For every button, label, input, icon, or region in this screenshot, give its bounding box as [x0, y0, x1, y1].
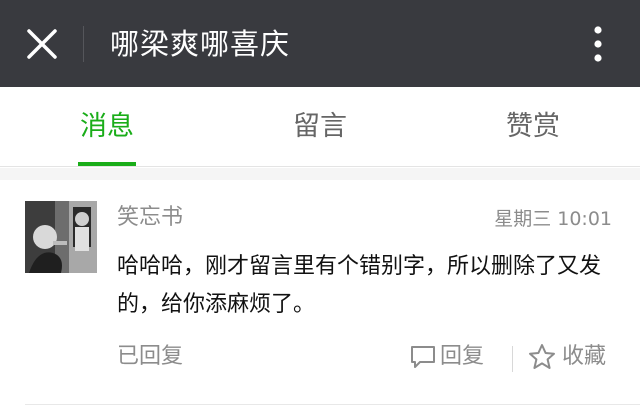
more-options-button[interactable] — [580, 22, 616, 66]
action-divider — [512, 346, 513, 372]
title-bar: 哪梁爽哪喜庆 — [0, 0, 640, 87]
more-vertical-icon — [594, 26, 602, 62]
title-divider — [83, 26, 84, 62]
tab-rewards[interactable]: 赞赏 — [483, 87, 583, 167]
star-outline-icon — [529, 344, 555, 369]
tab-comments[interactable]: 留言 — [270, 87, 370, 167]
reply-status: 已回复 — [117, 344, 184, 369]
avatar[interactable] — [25, 201, 97, 273]
favorite-button[interactable]: 收藏 — [528, 340, 606, 374]
tab-bar: 消息 留言 赞赏 — [0, 87, 640, 167]
message-item: 笑忘书 星期三 10:01 哈哈哈，刚才留言里有个错别字，所以删除了又发的，给你… — [0, 180, 640, 408]
commenter-name: 笑忘书 — [117, 205, 184, 230]
close-icon — [27, 29, 57, 59]
message-time: 星期三 10:01 — [494, 208, 612, 230]
active-tab-indicator — [78, 162, 136, 166]
reply-button[interactable]: 回复 — [410, 340, 484, 374]
message-text: 哈哈哈，刚才留言里有个错别字，所以删除了又发的，给你添麻烦了。 — [117, 254, 602, 317]
reply-label: 回复 — [440, 344, 485, 369]
favorite-label: 收藏 — [562, 344, 607, 369]
item-divider — [25, 404, 640, 405]
page-title: 哪梁爽哪喜庆 — [110, 27, 291, 61]
section-gap — [0, 168, 640, 180]
tab-messages[interactable]: 消息 — [57, 87, 157, 167]
comment-bubble-icon — [411, 346, 435, 368]
close-button[interactable] — [22, 24, 62, 64]
